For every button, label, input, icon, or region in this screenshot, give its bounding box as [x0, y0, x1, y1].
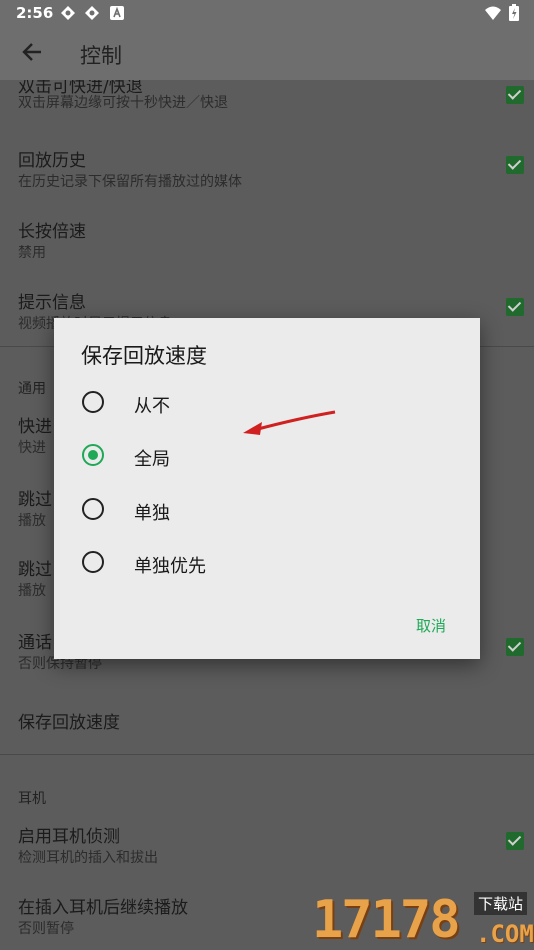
checkbox[interactable] [506, 638, 524, 656]
watermark-label: 下载站 [474, 892, 528, 915]
dialog-title: 保存回放速度 [81, 344, 207, 368]
battery-icon [509, 4, 519, 21]
checkbox[interactable] [506, 832, 524, 850]
option-individual[interactable]: 单独 [80, 490, 460, 530]
cancel-button[interactable]: 取消 [416, 615, 446, 636]
radio-button[interactable] [82, 551, 104, 573]
setting-headset-detect[interactable]: 启用耳机侦测 检测耳机的插入和拔出 [0, 820, 534, 876]
setting-history[interactable]: 回放历史 在历史记录下保留所有播放过的媒体 [0, 144, 534, 200]
setting-title: 跳过 [18, 490, 52, 510]
setting-title: 快进 [18, 417, 52, 437]
option-label: 从不 [134, 396, 170, 417]
setting-title: 保存回放速度 [18, 713, 120, 733]
checkbox[interactable] [506, 298, 524, 316]
setting-summary: 双击屏幕边缘可按十秒快进／快退 [18, 95, 228, 111]
option-label: 单独 [134, 503, 170, 524]
page-title: 控制 [80, 44, 122, 68]
clock: 2:56 [16, 4, 54, 22]
watermark-logo: 17178 下载站 .COM [306, 888, 534, 950]
app-bar: 控制 [0, 28, 534, 80]
setting-title: 跳过 [18, 560, 52, 580]
radio-button[interactable] [82, 498, 104, 520]
watermark-domain: .COM [476, 920, 534, 948]
setting-double-tap[interactable]: 双击可快进/快退 双击屏幕边缘可按十秒快进／快退 [0, 80, 534, 128]
watermark-digits: 17178 [312, 890, 461, 950]
option-individual-first[interactable]: 单独优先 [80, 543, 460, 583]
setting-title: 长按倍速 [18, 222, 86, 242]
checkbox[interactable] [506, 156, 524, 174]
back-arrow-icon[interactable] [18, 38, 46, 66]
annotation-arrow-icon [243, 410, 336, 435]
radio-button-selected[interactable] [82, 444, 104, 466]
setting-save-speed[interactable]: 保存回放速度 [0, 706, 534, 746]
setting-summary: 在历史记录下保留所有播放过的媒体 [18, 174, 242, 190]
setting-summary: 检测耳机的插入和拔出 [18, 850, 158, 866]
setting-title: 提示信息 [18, 293, 86, 313]
option-label: 全局 [134, 449, 170, 470]
setting-long-press[interactable]: 长按倍速 禁用 [0, 215, 534, 271]
save-speed-dialog: 保存回放速度 从不 全局 单独 单独优先 取消 [54, 318, 480, 659]
notification-a-icon [110, 6, 124, 20]
option-label: 单独优先 [134, 556, 206, 577]
status-bar: 2:56 [0, 0, 534, 28]
section-header-general: 通用 [18, 381, 46, 397]
section-header-headset: 耳机 [18, 791, 46, 807]
setting-summary: 否则暂停 [18, 921, 74, 937]
radio-button[interactable] [82, 391, 104, 413]
setting-title: 回放历史 [18, 151, 86, 171]
setting-summary: 禁用 [18, 245, 46, 261]
app-notification-icon [85, 6, 99, 20]
option-global[interactable]: 全局 [80, 436, 460, 476]
divider [0, 754, 534, 755]
checkbox[interactable] [506, 86, 524, 104]
setting-summary: 播放 [18, 583, 46, 599]
setting-title: 在插入耳机后继续播放 [18, 898, 188, 918]
setting-summary: 播放 [18, 513, 46, 529]
setting-title: 通话 [18, 633, 52, 653]
setting-title: 启用耳机侦测 [18, 827, 120, 847]
app-notification-icon [61, 6, 75, 20]
wifi-icon [485, 6, 501, 20]
setting-summary: 快进 [18, 440, 46, 456]
